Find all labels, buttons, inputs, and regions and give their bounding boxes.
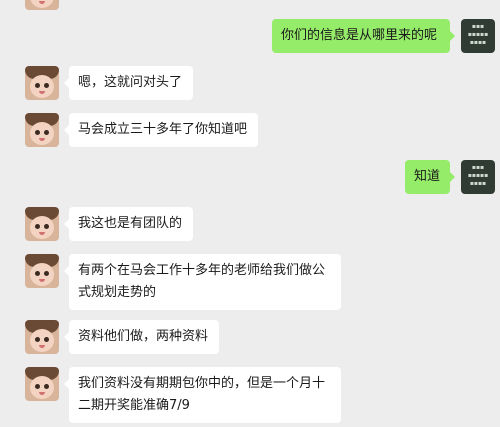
contact-avatar[interactable] xyxy=(25,320,59,354)
message-bubble-incoming[interactable]: 马会成立三十多年了你知道吧 xyxy=(64,113,258,147)
chat-window: 你们的信息是从哪里来的呢 ▪▪▪ ▪▪▪▪▪ ▪▪▪▪ 嗯，这就问对头了 马会成立三… xyxy=(0,0,500,427)
message-text: 知道 xyxy=(414,169,441,184)
message-bubble-incoming[interactable]: 我这也是有团队的 xyxy=(64,207,193,241)
message-bubble-outgoing[interactable]: 你们的信息是从哪里来的呢 xyxy=(272,19,455,53)
message-text: 我们资料没有期期包你中的，但是一个月十二期开奖能准确7/9 xyxy=(78,376,326,413)
self-avatar[interactable]: ▪▪▪ ▪▪▪▪▪ ▪▪▪▪ xyxy=(461,19,495,53)
message-text: 嗯，这就问对头了 xyxy=(78,75,183,90)
message-text: 马会成立三十多年了你知道吧 xyxy=(78,122,248,137)
self-avatar-icon: ▪▪▪ ▪▪▪▪▪ ▪▪▪▪ xyxy=(467,164,489,187)
message-bubble-incoming[interactable]: 我们资料没有期期包你中的，但是一个月十二期开奖能准确7/9 xyxy=(64,367,341,423)
message-text: 你们的信息是从哪里来的呢 xyxy=(281,28,438,43)
message-text: 我这也是有团队的 xyxy=(78,216,183,231)
message-text: 有两个在马会工作十多年的老师给我们做公式规划走势的 xyxy=(78,263,326,300)
contact-avatar[interactable] xyxy=(25,254,59,288)
self-avatar-icon: ▪▪▪ ▪▪▪▪▪ ▪▪▪▪ xyxy=(467,23,489,46)
contact-avatar[interactable] xyxy=(25,66,59,100)
self-avatar[interactable]: ▪▪▪ ▪▪▪▪▪ ▪▪▪▪ xyxy=(461,160,495,194)
contact-avatar[interactable] xyxy=(25,367,59,401)
message-bubble-incoming[interactable]: 资料他们做，两种资料 xyxy=(64,320,219,354)
contact-avatar[interactable] xyxy=(25,113,59,147)
message-bubble-incoming[interactable]: 有两个在马会工作十多年的老师给我们做公式规划走势的 xyxy=(64,254,341,310)
message-bubble-outgoing[interactable]: 知道 xyxy=(405,160,455,194)
message-bubble-incoming[interactable]: 嗯，这就问对头了 xyxy=(64,66,193,100)
message-text: 资料他们做，两种资料 xyxy=(78,329,209,344)
contact-avatar[interactable] xyxy=(25,0,59,10)
contact-avatar[interactable] xyxy=(25,207,59,241)
